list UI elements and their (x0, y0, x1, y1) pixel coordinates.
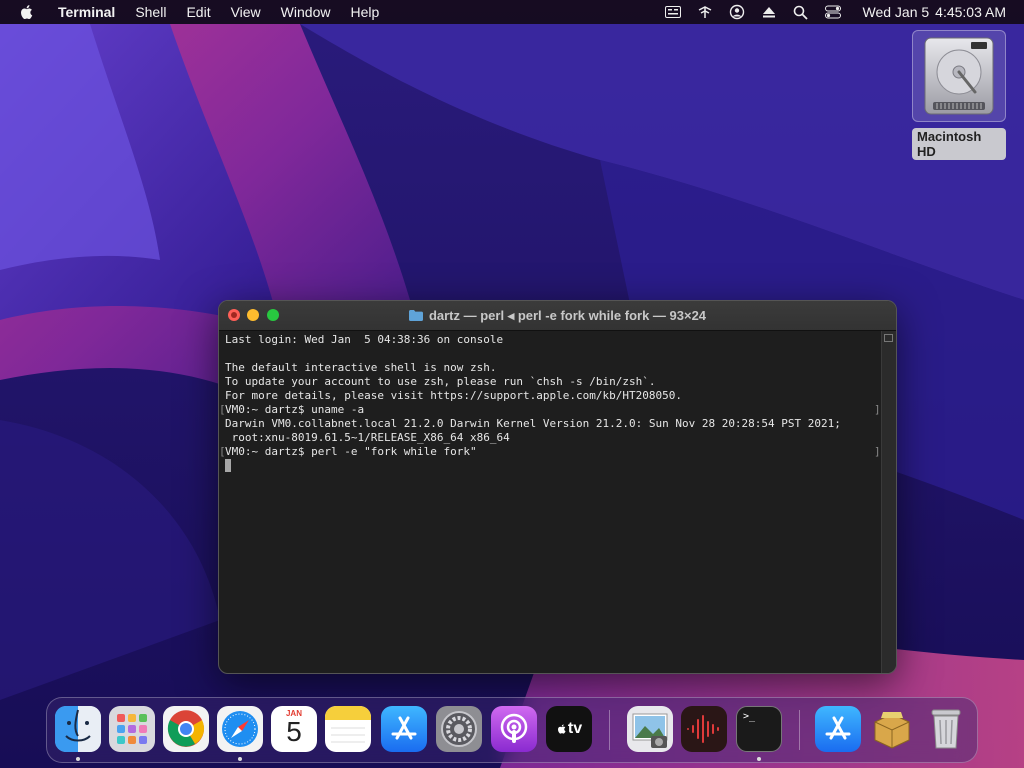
disk-label: Macintosh HD (912, 128, 1006, 160)
terminal-window[interactable]: dartz — perl ◂ perl -e fork while fork —… (218, 300, 897, 674)
notes-icon[interactable] (325, 706, 371, 752)
podcasts-icon[interactable] (491, 706, 537, 752)
clock-time: 4:45:03 AM (935, 4, 1006, 20)
finder-running-indicator (76, 757, 80, 761)
system-preferences-icon[interactable] (436, 706, 482, 752)
eject-icon[interactable] (760, 3, 778, 21)
terminal-output[interactable]: Last login: Wed Jan 5 04:38:36 on consol… (219, 331, 881, 673)
app-store-downloads-icon[interactable] (815, 706, 861, 752)
terminal-icon[interactable]: >_ (736, 706, 782, 752)
terminal-line: For more details, please visit https://s… (225, 389, 682, 402)
finder-icon[interactable] (55, 706, 101, 752)
control-center-icon[interactable] (824, 3, 842, 21)
desktop: Terminal Shell Edit View Window Help Wed… (0, 0, 1024, 768)
dock-separator (799, 710, 800, 750)
calendar-day: 5 (286, 716, 302, 747)
window-title-wrap: dartz — perl ◂ perl -e fork while fork —… (219, 301, 896, 330)
app-store-icon[interactable] (381, 706, 427, 752)
keyboard-input-icon[interactable] (664, 3, 682, 21)
terminal-cursor (225, 459, 231, 472)
terminal-scrollbar[interactable] (881, 331, 896, 673)
terminal-line: VM0:~ dartz$ uname -a (225, 403, 365, 416)
menu-shell[interactable]: Shell (125, 0, 176, 24)
terminal-line: root:xnu-8019.61.5~1/RELEASE_X86_64 x86_… (225, 431, 510, 444)
archive-utility-icon[interactable] (869, 706, 915, 752)
terminal-line: To update your account to use zsh, pleas… (225, 375, 656, 388)
window-title: dartz — perl ◂ perl -e fork while fork —… (428, 308, 707, 323)
search-icon[interactable] (792, 3, 810, 21)
terminal-running-indicator (757, 757, 761, 761)
hard-drive-icon (912, 30, 1006, 122)
apple-logo-icon (557, 724, 566, 734)
launchpad-icon[interactable] (109, 706, 155, 752)
dock-separator (609, 710, 610, 750)
menu-help[interactable]: Help (340, 0, 389, 24)
mark-bracket-right: ] (874, 445, 881, 458)
app-menu-terminal[interactable]: Terminal (48, 0, 125, 24)
terminal-line: Last login: Wed Jan 5 04:38:36 on consol… (225, 333, 504, 346)
menu-bar: Terminal Shell Edit View Window Help Wed… (0, 0, 1024, 24)
mark-bracket-left: [ (219, 445, 226, 458)
macintosh-hd-desktop-icon[interactable]: Macintosh HD (912, 30, 1006, 160)
trash-icon[interactable] (923, 706, 969, 752)
scrollbar-grip-icon[interactable] (884, 334, 893, 342)
apple-tv-icon[interactable]: tv (546, 706, 592, 752)
terminal-line: Darwin VM0.collabnet.local 21.2.0 Darwin… (225, 417, 841, 430)
user-icon[interactable] (728, 3, 746, 21)
menu-clock[interactable]: Wed Jan 5 4:45:03 AM (857, 4, 1007, 20)
terminal-titlebar[interactable]: dartz — perl ◂ perl -e fork while fork —… (219, 301, 896, 331)
audio-app-icon[interactable] (681, 706, 727, 752)
wifi-icon[interactable] (696, 3, 714, 21)
menu-view[interactable]: View (221, 0, 271, 24)
safari-running-indicator (238, 757, 242, 761)
clock-date: Wed Jan 5 (862, 4, 930, 20)
terminal-line: The default interactive shell is now zsh… (225, 361, 497, 374)
terminal-line: VM0:~ dartz$ perl -e "fork while fork" (225, 445, 477, 458)
safari-icon[interactable] (217, 706, 263, 752)
menu-window[interactable]: Window (271, 0, 341, 24)
folder-icon (408, 310, 423, 321)
chrome-icon[interactable] (163, 706, 209, 752)
mark-bracket-left: [ (219, 403, 226, 416)
terminal-prompt-glyph: >_ (743, 711, 756, 722)
mark-bracket-right: ] (874, 403, 881, 416)
preview-icon[interactable] (627, 706, 673, 752)
calendar-icon[interactable]: JAN 5 (271, 706, 317, 752)
dock: JAN 5 tv >_ (46, 697, 978, 763)
menu-edit[interactable]: Edit (176, 0, 220, 24)
apple-menu-icon[interactable] (18, 3, 36, 21)
appletv-label: tv (567, 720, 583, 737)
